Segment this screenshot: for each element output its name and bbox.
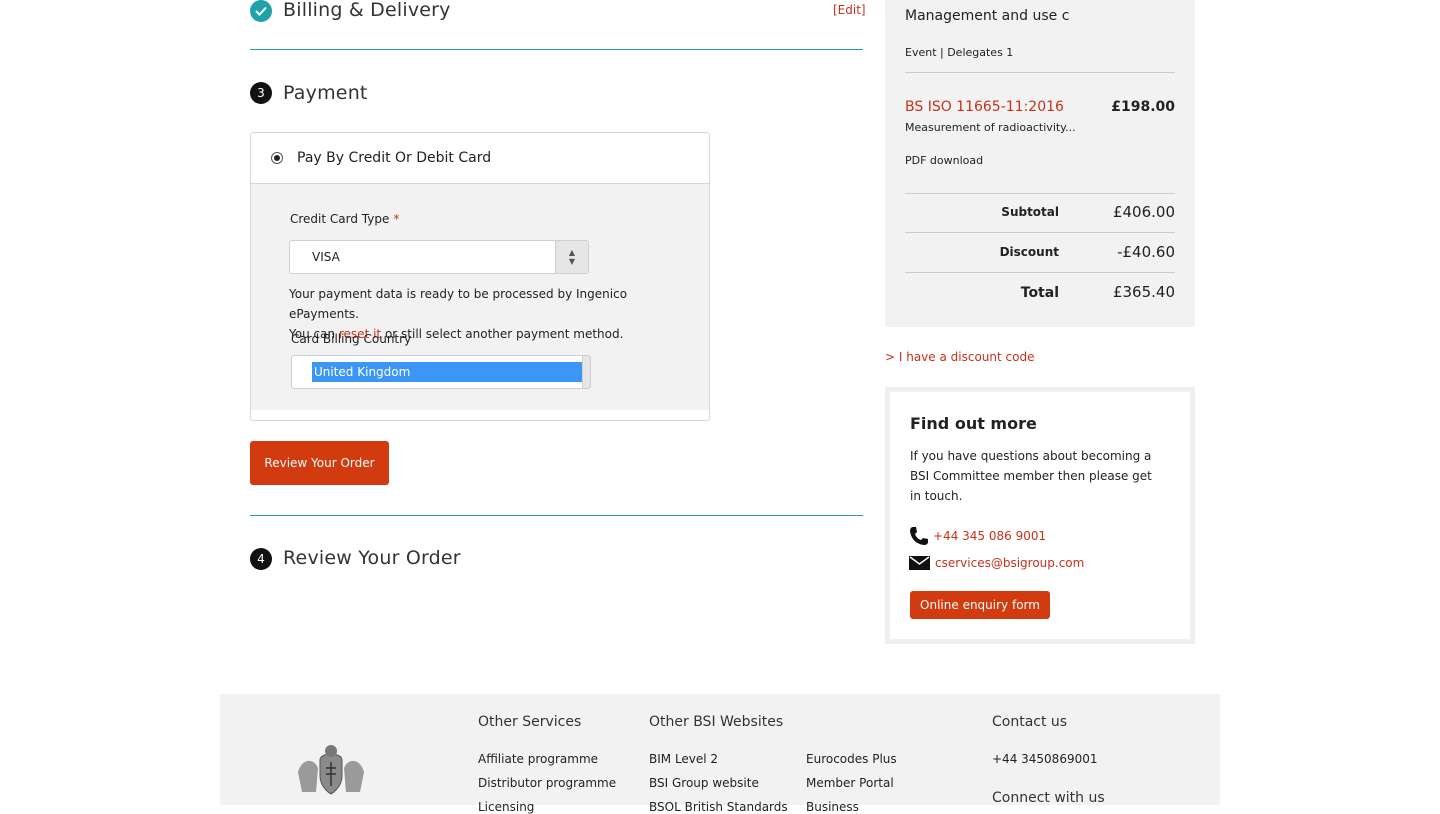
- payment-form: Credit Card Type * VISA ▲ ▼ Your payment d…: [251, 184, 709, 410]
- summary-product-format: PDF download: [905, 154, 984, 167]
- step-number-4: 4: [250, 548, 272, 570]
- subtotal-value: £406.00: [1112, 203, 1175, 221]
- summary-item-meta: Event | Delegates 1: [905, 46, 1014, 59]
- review-step-title: Review Your Order: [283, 547, 461, 569]
- summary-product-price: £198.00: [1111, 99, 1175, 115]
- summary-product-link[interactable]: BS ISO 11665-11:2016: [905, 99, 1064, 115]
- select-arrows-icon: [582, 356, 590, 388]
- bsi-crest-logo: [290, 742, 372, 805]
- billing-country-select[interactable]: United Kingdom: [291, 355, 591, 389]
- step-number-3: 3: [250, 82, 272, 104]
- review-order-button[interactable]: Review Your Order: [250, 441, 389, 485]
- billing-country-label: Card Billing Country: [291, 332, 412, 346]
- footer-link[interactable]: BSI Group website: [649, 776, 759, 790]
- payment-method-option[interactable]: Pay By Credit Or Debit Card: [251, 133, 709, 184]
- footer-link[interactable]: BSOL British Standards: [649, 800, 788, 814]
- order-summary: Management and use c Event | Delegates 1…: [885, 0, 1195, 327]
- footer-contact-phone[interactable]: +44 3450869001: [992, 752, 1098, 766]
- select-arrows-icon: ▲ ▼: [555, 241, 588, 273]
- billing-step-title: Billing & Delivery: [283, 0, 451, 21]
- summary-item-name: Management and use c: [905, 8, 1070, 24]
- phone-icon: [909, 526, 929, 546]
- discount-label: Discount: [999, 245, 1059, 259]
- payment-step-title: Payment: [283, 82, 368, 104]
- section-divider: [250, 515, 863, 516]
- email-icon: [909, 555, 930, 570]
- check-icon: [250, 0, 272, 22]
- footer: Other Services Affiliate programme Distr…: [220, 694, 1220, 814]
- footer-link[interactable]: Licensing: [478, 800, 534, 814]
- phone-link[interactable]: +44 345 086 9001: [933, 529, 1046, 543]
- footer-heading-other-websites: Other BSI Websites: [649, 714, 784, 730]
- footer-link[interactable]: Affiliate programme: [478, 752, 598, 766]
- subtotal-label: Subtotal: [1001, 205, 1059, 219]
- total-label: Total: [1020, 285, 1059, 301]
- footer-heading-other-services: Other Services: [478, 714, 582, 730]
- email-link[interactable]: cservices@bsigroup.com: [935, 556, 1084, 570]
- footer-link[interactable]: Member Portal: [806, 776, 894, 790]
- online-enquiry-button[interactable]: Online enquiry form: [910, 591, 1050, 619]
- payment-radio[interactable]: [271, 152, 283, 164]
- summary-product-desc: Measurement of radioactivity...: [905, 121, 1076, 134]
- footer-link[interactable]: Distributor programme: [478, 776, 616, 790]
- footer-link[interactable]: Business: [806, 800, 859, 814]
- discount-value: -£40.60: [1117, 243, 1175, 261]
- payment-method-label: Pay By Credit Or Debit Card: [297, 150, 492, 166]
- footer-heading-contact: Contact us: [992, 714, 1068, 730]
- billing-country-value: United Kingdom: [312, 362, 582, 382]
- find-out-more-title: Find out more: [910, 414, 1037, 433]
- payment-method-panel: Pay By Credit Or Debit Card Credit Card …: [250, 132, 710, 421]
- card-type-select[interactable]: VISA ▲ ▼: [289, 240, 589, 274]
- footer-link[interactable]: Eurocodes Plus: [806, 752, 897, 766]
- footer-link[interactable]: BIM Level 2: [649, 752, 718, 766]
- footer-connect-heading: Connect with us: [992, 790, 1105, 806]
- billing-edit-link[interactable]: [Edit]: [833, 3, 866, 17]
- section-divider: [250, 49, 863, 50]
- discount-code-link[interactable]: > I have a discount code: [885, 350, 1034, 364]
- total-value: £365.40: [1112, 283, 1175, 301]
- card-type-label: Credit Card Type *: [290, 212, 400, 226]
- find-out-more-panel: Find out more If you have questions abou…: [885, 387, 1195, 644]
- find-out-more-text: If you have questions about becoming a B…: [910, 449, 1152, 503]
